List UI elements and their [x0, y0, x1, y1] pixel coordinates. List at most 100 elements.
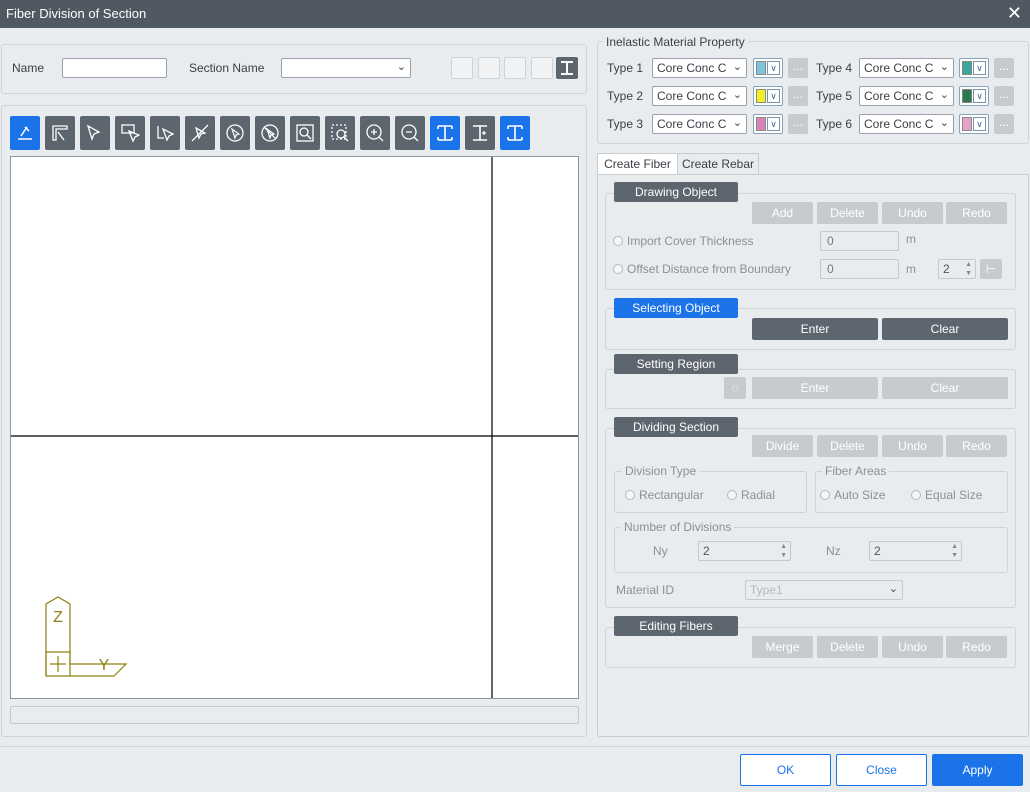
- rectangular-radio[interactable]: [625, 490, 635, 500]
- type-6-more-button[interactable]: ...: [994, 114, 1014, 134]
- offset-apply-icon[interactable]: ⊢: [980, 259, 1002, 279]
- show-section-icon[interactable]: [430, 116, 460, 150]
- dividing-undo-button[interactable]: Undo: [882, 435, 943, 457]
- section-shape-icon-1[interactable]: [451, 57, 473, 79]
- radial-label: Radial: [741, 488, 776, 502]
- selecting-enter-button[interactable]: Enter: [752, 318, 878, 340]
- drawing-add-button[interactable]: Add: [752, 202, 813, 224]
- drawing-undo-button[interactable]: Undo: [882, 202, 943, 224]
- editing-redo-button[interactable]: Redo: [946, 636, 1007, 658]
- drawing-object-header[interactable]: Drawing Object: [614, 182, 738, 202]
- region-clear-button[interactable]: Clear: [882, 377, 1008, 399]
- type-4-more-button[interactable]: ...: [994, 58, 1014, 78]
- tab-create-fiber[interactable]: Create Fiber: [597, 153, 678, 175]
- nz-stepper[interactable]: 2 ▲ ▼: [869, 541, 962, 561]
- select-circle-icon[interactable]: [220, 116, 250, 150]
- editing-undo-button[interactable]: Undo: [882, 636, 943, 658]
- apply-button[interactable]: Apply: [932, 754, 1023, 786]
- type-4-select[interactable]: Core Conc C ⌄: [859, 58, 954, 78]
- ny-stepper[interactable]: 2 ▲ ▼: [698, 541, 791, 561]
- type-2-color-picker[interactable]: ∨: [753, 86, 783, 106]
- section-shape-icon-4[interactable]: [531, 57, 553, 79]
- divide-button[interactable]: Divide: [752, 435, 813, 457]
- type-5-more-button[interactable]: ...: [994, 86, 1014, 106]
- draw-polyline-icon[interactable]: [45, 116, 75, 150]
- dividing-section-header[interactable]: Dividing Section: [614, 417, 738, 437]
- section-name-select[interactable]: ⌄: [281, 58, 411, 78]
- selecting-clear-button[interactable]: Clear: [882, 318, 1008, 340]
- material-id-select[interactable]: Type1 ⌄: [745, 580, 903, 600]
- stepper-arrows-icon[interactable]: ▲ ▼: [780, 542, 787, 560]
- axis-y-label: Y: [99, 657, 110, 674]
- type-4-color-picker[interactable]: ∨: [959, 58, 989, 78]
- setting-region-header[interactable]: Setting Region: [614, 354, 738, 374]
- section-shape-icon-3[interactable]: [504, 57, 526, 79]
- region-circle-icon[interactable]: ◌: [724, 377, 746, 399]
- axis-z-label: Z: [53, 609, 63, 626]
- zoom-fit-icon[interactable]: [290, 116, 320, 150]
- zoom-out-icon[interactable]: [395, 116, 425, 150]
- ok-button[interactable]: OK: [740, 754, 831, 786]
- section-properties-icon[interactable]: [465, 116, 495, 150]
- equal-size-radio[interactable]: [911, 490, 921, 500]
- type-6-color-picker[interactable]: ∨: [959, 114, 989, 134]
- stepper-arrows-icon[interactable]: ▲ ▼: [965, 260, 972, 278]
- offset-distance-radio[interactable]: [613, 264, 623, 274]
- offset-count-stepper[interactable]: 2 ▲ ▼: [938, 259, 976, 279]
- number-of-divisions-label: Number of Divisions: [621, 520, 735, 534]
- type-1-color-picker[interactable]: ∨: [753, 58, 783, 78]
- type-3-color-picker[interactable]: ∨: [753, 114, 783, 134]
- type-1-more-button[interactable]: ...: [788, 58, 808, 78]
- close-button[interactable]: Close: [836, 754, 927, 786]
- select-line-icon[interactable]: [185, 116, 215, 150]
- footer-divider: [0, 746, 1030, 747]
- name-input[interactable]: [62, 58, 167, 78]
- tab-create-rebar[interactable]: Create Rebar: [677, 153, 759, 175]
- type-5-color-picker[interactable]: ∨: [959, 86, 989, 106]
- drawing-canvas[interactable]: Z Y: [10, 156, 579, 699]
- type-5-select[interactable]: Core Conc C ⌄: [859, 86, 954, 106]
- drawing-redo-button[interactable]: Redo: [946, 202, 1007, 224]
- snap-point-icon[interactable]: [10, 116, 40, 150]
- import-cover-radio[interactable]: [613, 236, 623, 246]
- auto-size-radio[interactable]: [820, 490, 830, 500]
- zoom-in-icon[interactable]: [360, 116, 390, 150]
- chevron-down-icon: ⌄: [888, 583, 898, 595]
- chevron-down-icon: ⌄: [939, 117, 949, 129]
- section-shape-icon-2[interactable]: [478, 57, 500, 79]
- selecting-object-header[interactable]: Selecting Object: [614, 298, 738, 318]
- close-icon[interactable]: ✕: [1007, 3, 1022, 23]
- editing-delete-button[interactable]: Delete: [817, 636, 878, 658]
- type-5-label: Type 5: [816, 89, 853, 103]
- stepper-arrows-icon[interactable]: ▲ ▼: [951, 542, 958, 560]
- type-2-select[interactable]: Core Conc C ⌄: [652, 86, 747, 106]
- type-2-more-button[interactable]: ...: [788, 86, 808, 106]
- material-id-label: Material ID: [616, 583, 675, 597]
- merge-button[interactable]: Merge: [752, 636, 813, 658]
- chevron-down-icon: ⌄: [732, 117, 742, 129]
- i-section-icon[interactable]: [556, 57, 578, 79]
- radial-radio[interactable]: [727, 490, 737, 500]
- zoom-window-icon[interactable]: [325, 116, 355, 150]
- editing-fibers-header[interactable]: Editing Fibers: [614, 616, 738, 636]
- region-enter-button[interactable]: Enter: [752, 377, 878, 399]
- window-title: Fiber Division of Section: [6, 6, 147, 21]
- type-6-select[interactable]: Core Conc C ⌄: [859, 114, 954, 134]
- type-2-label: Type 2: [607, 89, 644, 103]
- type-1-select[interactable]: Core Conc C ⌄: [652, 58, 747, 78]
- dividing-redo-button[interactable]: Redo: [946, 435, 1007, 457]
- fiber-areas-label: Fiber Areas: [822, 464, 890, 478]
- type-3-more-button[interactable]: ...: [788, 114, 808, 134]
- color-swatch: [962, 117, 972, 131]
- select-element-icon[interactable]: [115, 116, 145, 150]
- drawing-delete-button[interactable]: Delete: [817, 202, 878, 224]
- select-area-icon[interactable]: [150, 116, 180, 150]
- material-group-title: Inelastic Material Property: [603, 35, 748, 49]
- select-node-icon[interactable]: [80, 116, 110, 150]
- import-cover-input[interactable]: 0: [820, 231, 899, 251]
- offset-distance-input[interactable]: 0: [820, 259, 899, 279]
- dividing-delete-button[interactable]: Delete: [817, 435, 878, 457]
- deselect-icon[interactable]: [255, 116, 285, 150]
- section-outline-icon[interactable]: [500, 116, 530, 150]
- type-3-select[interactable]: Core Conc C ⌄: [652, 114, 747, 134]
